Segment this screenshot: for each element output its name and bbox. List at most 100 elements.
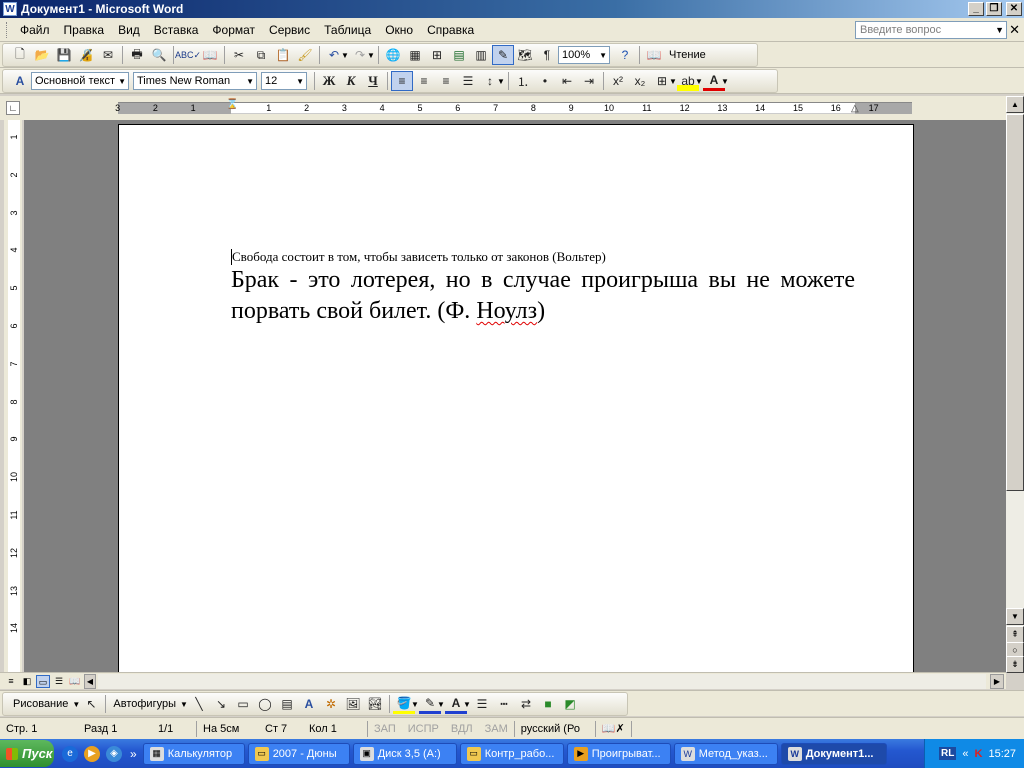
word-doc-icon[interactable]: W	[3, 2, 17, 16]
menu-edit[interactable]: Правка	[57, 21, 112, 39]
save-icon[interactable]: 💾	[53, 45, 75, 65]
dash-style-icon[interactable]: ┅	[493, 694, 515, 714]
new-document-icon[interactable]: 🗋	[9, 45, 31, 65]
arrow-icon[interactable]: ↘	[210, 694, 232, 714]
help-icon[interactable]: ?	[614, 45, 636, 65]
chevron-down-icon[interactable]: ▼	[695, 77, 703, 86]
restore-button[interactable]: ❐	[986, 2, 1002, 16]
close-document-icon[interactable]: ✕	[1009, 22, 1020, 38]
style-select[interactable]: Основной текст ▼	[31, 72, 129, 90]
clip-art-icon[interactable]: 🖼	[342, 694, 364, 714]
scroll-down-button[interactable]: ▼	[1006, 608, 1024, 625]
justify-icon[interactable]: ☰	[457, 71, 479, 91]
format-painter-icon[interactable]: 🖌	[294, 45, 316, 65]
task-media-player[interactable]: ▶ Проигрыват...	[566, 742, 671, 765]
chevron-down-icon[interactable]: ▼	[180, 700, 188, 709]
read-button[interactable]: Чтение	[665, 49, 710, 61]
ask-question-input[interactable]: Введите вопрос ▼	[855, 21, 1007, 39]
scroll-thumb[interactable]	[1006, 114, 1024, 491]
toolbar-grip[interactable]	[6, 21, 9, 38]
next-page-icon[interactable]: ⇟	[1006, 656, 1024, 673]
bullets-icon[interactable]: •	[534, 71, 556, 91]
email-icon[interactable]: ✉	[97, 45, 119, 65]
chevron-down-icon[interactable]: ▼	[721, 77, 729, 86]
read-icon[interactable]: 📖	[643, 45, 665, 65]
bold-button[interactable]: Ж	[318, 71, 340, 91]
line-style-icon[interactable]: ☰	[471, 694, 493, 714]
spelling-icon[interactable]: ABC✓	[175, 45, 201, 65]
minimize-button[interactable]: _	[968, 2, 984, 16]
task-folder-control[interactable]: ▭ Контр_рабо...	[459, 742, 564, 765]
misspelled-word[interactable]: Ноулз	[476, 298, 537, 324]
numbering-icon[interactable]: ⒈	[512, 71, 534, 91]
align-left-icon[interactable]: ≡	[391, 71, 413, 91]
insert-picture-icon[interactable]: 🏞	[364, 694, 386, 714]
show-formatting-icon[interactable]: ¶	[536, 45, 558, 65]
italic-button[interactable]: К	[340, 71, 362, 91]
diagram-icon[interactable]: ✲	[320, 694, 342, 714]
status-language[interactable]: русский (Ро	[515, 723, 595, 735]
3d-icon[interactable]: ◩	[559, 694, 581, 714]
shadow-icon[interactable]: ■	[537, 694, 559, 714]
status-track-changes[interactable]: ИСПР	[402, 723, 445, 735]
spelling-status-icon[interactable]: 📖✗	[596, 722, 631, 735]
text-box-icon[interactable]: ▤	[276, 694, 298, 714]
chevron-right-icon[interactable]: »	[130, 747, 137, 761]
research-icon[interactable]: 📖	[199, 45, 221, 65]
outline-view-icon[interactable]: ☰	[52, 675, 66, 688]
chevron-down-icon[interactable]: ▼	[411, 700, 419, 709]
status-extend[interactable]: ВДЛ	[445, 723, 479, 735]
wordart-icon[interactable]: A	[298, 694, 320, 714]
show-desktop-icon[interactable]: ◈	[106, 745, 122, 762]
superscript-icon[interactable]: x²	[607, 71, 629, 91]
hyperlink-icon[interactable]: 🌐	[382, 45, 404, 65]
right-indent-marker-icon[interactable]: △	[851, 103, 859, 114]
font-select[interactable]: Times New Roman ▼	[133, 72, 257, 90]
internet-explorer-icon[interactable]: e	[62, 745, 78, 762]
menu-window[interactable]: Окно	[378, 21, 420, 39]
font-size-select[interactable]: 12 ▼	[261, 72, 307, 90]
task-word-document1[interactable]: W Документ1...	[780, 742, 887, 765]
chevron-down-icon[interactable]: ▼	[463, 700, 471, 709]
close-button[interactable]: ✕	[1006, 2, 1022, 16]
chevron-down-icon[interactable]: ▼	[497, 77, 505, 86]
drawing-toggle-icon[interactable]: ✎	[492, 45, 514, 65]
underline-button[interactable]: Ч	[362, 71, 384, 91]
permission-icon[interactable]: 🔏	[75, 45, 97, 65]
copy-icon[interactable]: ⧉	[250, 45, 272, 65]
scroll-right-button[interactable]: ▶	[990, 674, 1004, 689]
task-floppy[interactable]: ▣ Диск 3,5 (A:)	[352, 742, 457, 765]
drawing-menu-button[interactable]: Рисование	[9, 698, 72, 710]
chevron-left-icon[interactable]: «	[962, 748, 968, 760]
scroll-left-button[interactable]: ◀	[84, 674, 96, 689]
horizontal-scroll-track[interactable]	[98, 674, 986, 689]
quote-line-1[interactable]: Свобода состоит в том, чтобы зависеть то…	[232, 249, 606, 265]
menu-insert[interactable]: Вставка	[147, 21, 206, 39]
menu-file[interactable]: Файл	[13, 21, 57, 39]
status-record[interactable]: ЗАП	[368, 723, 402, 735]
print-icon[interactable]: 🖶	[126, 45, 148, 65]
menu-help[interactable]: Справка	[420, 21, 481, 39]
line-icon[interactable]: ╲	[188, 694, 210, 714]
task-word-method[interactable]: W Метод_указ...	[673, 742, 778, 765]
language-indicator[interactable]: RL	[939, 747, 957, 760]
document-page[interactable]: Свобода состоит в том, чтобы зависеть то…	[118, 124, 914, 672]
chevron-down-icon[interactable]: ▼	[437, 700, 445, 709]
start-button[interactable]: Пуск	[0, 740, 54, 767]
align-center-icon[interactable]: ≡	[413, 71, 435, 91]
document-map-icon[interactable]: 🗺	[514, 45, 536, 65]
media-player-icon[interactable]: ▶	[84, 745, 100, 762]
tables-borders-icon[interactable]: ▦	[404, 45, 426, 65]
menu-format[interactable]: Формат	[205, 21, 262, 39]
subscript-icon[interactable]: x₂	[629, 71, 651, 91]
chevron-down-icon[interactable]: ▼	[72, 700, 80, 709]
web-view-icon[interactable]: ◧	[20, 675, 34, 688]
scroll-up-button[interactable]: ▲	[1006, 96, 1024, 113]
menu-view[interactable]: Вид	[111, 21, 147, 39]
chevron-down-icon[interactable]: ▼	[341, 51, 349, 60]
rectangle-icon[interactable]: ▭	[232, 694, 254, 714]
insert-excel-icon[interactable]: ▤	[448, 45, 470, 65]
reading-view-icon[interactable]: 📖	[68, 675, 82, 688]
paste-icon[interactable]: 📋	[272, 45, 294, 65]
antivirus-icon[interactable]: K	[975, 748, 983, 760]
